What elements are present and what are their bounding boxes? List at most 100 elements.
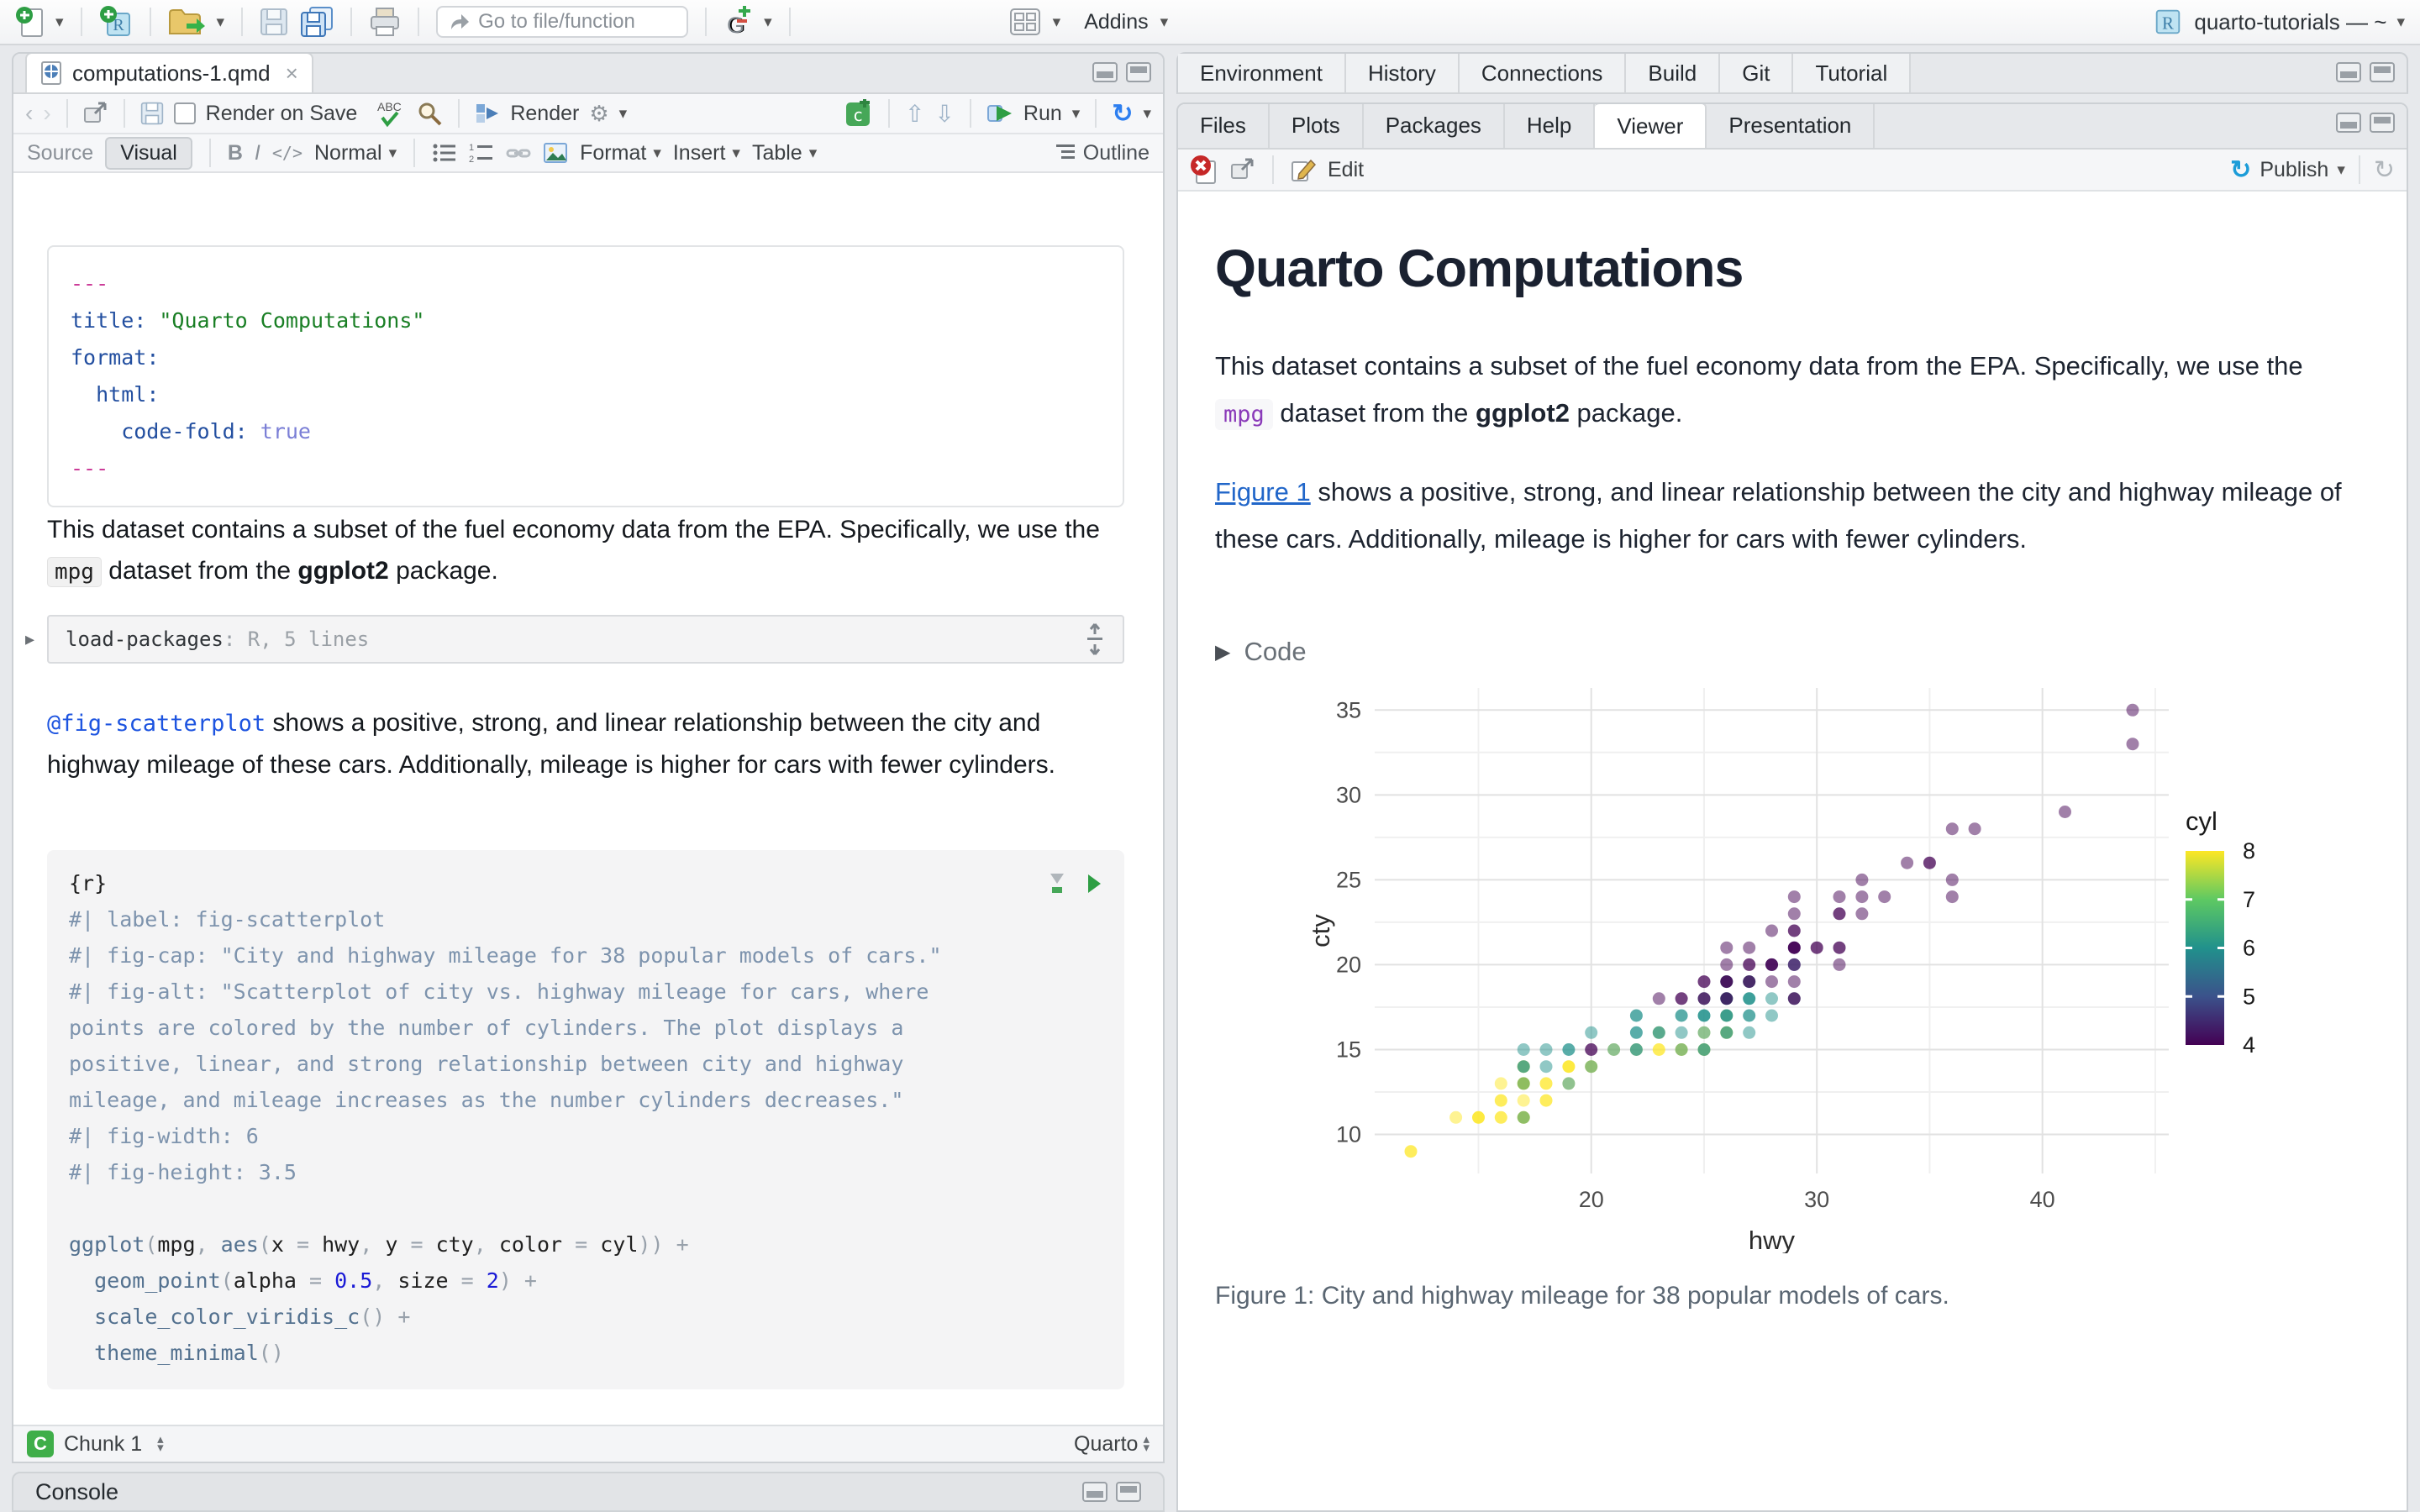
print-icon[interactable] [369, 5, 401, 39]
refresh-viewer-icon[interactable]: ↻ [2374, 155, 2395, 185]
goto-file-input[interactable]: Go to file/function [436, 6, 688, 38]
addins-menu[interactable]: Addins [1084, 10, 1148, 34]
insert-dropdown[interactable]: Insert▾ [673, 141, 740, 165]
maximize-pane-icon[interactable] [1126, 62, 1151, 82]
stop-viewer-icon[interactable] [1190, 153, 1218, 186]
version-control-icon[interactable]: GG [723, 5, 752, 39]
maximize-pane-icon[interactable] [2370, 62, 2395, 82]
tab-viewer[interactable]: Viewer [1595, 102, 1707, 148]
document-type-selector[interactable]: Quarto ▴▾ [1074, 1432, 1150, 1457]
new-file-icon[interactable] [15, 5, 44, 39]
tab-history[interactable]: History [1346, 54, 1460, 92]
edit-pencil-icon[interactable] [1291, 153, 1316, 186]
run-chunk-icon[interactable] [1086, 867, 1102, 900]
insert-chunk-icon[interactable]: c [843, 97, 873, 130]
tab-packages[interactable]: Packages [1364, 102, 1505, 148]
code-line: #| fig-cap: "City and highway mileage fo… [69, 937, 1102, 974]
editor-paragraph[interactable]: This dataset contains a subset of the fu… [47, 509, 1133, 593]
editor-tab-computations[interactable]: computations-1.qmd × [25, 52, 313, 92]
console-pane-header[interactable]: Console [12, 1472, 1165, 1512]
addins-caret[interactable]: ▾ [1160, 14, 1169, 30]
editor-paragraph[interactable]: @fig-scatterplot shows a positive, stron… [47, 702, 1133, 785]
save-all-icon[interactable] [300, 5, 334, 39]
minimize-pane-icon[interactable] [2336, 113, 2361, 133]
popout-icon[interactable] [83, 97, 108, 130]
run-label[interactable]: Run [1023, 102, 1062, 126]
minimize-console-icon[interactable] [1082, 1482, 1107, 1502]
chunk-position-selector[interactable]: Chunk 1 [64, 1432, 142, 1457]
new-file-caret[interactable]: ▾ [55, 14, 64, 30]
maximize-console-icon[interactable] [1116, 1482, 1141, 1502]
image-icon[interactable] [543, 136, 568, 170]
close-tab-icon[interactable]: × [286, 60, 298, 87]
publish-caret[interactable]: ▾ [2337, 162, 2345, 178]
panes-layout-caret[interactable]: ▾ [1053, 14, 1061, 30]
open-file-caret[interactable]: ▾ [217, 14, 225, 30]
tab-git[interactable]: Git [1720, 54, 1793, 92]
code-fold-disclosure[interactable]: ▶ Code [1215, 637, 1307, 667]
source-sync-caret[interactable]: ▾ [1143, 106, 1151, 122]
forward-icon[interactable]: › [43, 100, 50, 127]
run-icon[interactable] [986, 97, 1013, 130]
tab-build[interactable]: Build [1626, 54, 1720, 92]
code-line: #| fig-alt: "Scatterplot of city vs. hig… [69, 974, 1102, 1010]
r-code-chunk[interactable]: {r}#| label: fig-scatterplot#| fig-cap: … [47, 850, 1124, 1389]
code-format-button[interactable]: </> [272, 143, 302, 163]
expand-chunk-icon[interactable] [1084, 622, 1106, 656]
spellcheck-icon[interactable]: ABC [376, 97, 406, 130]
outline-toggle[interactable]: Outline [1055, 141, 1150, 165]
tab-files[interactable]: Files [1178, 102, 1270, 148]
render-settings-gear-icon[interactable]: ⚙ [589, 101, 608, 127]
chunk-position-arrows-icon[interactable]: ▴▾ [157, 1436, 164, 1452]
render-settings-caret[interactable]: ▾ [619, 106, 628, 122]
yaml-metadata-block[interactable]: ---title: "Quarto Computations"format: h… [47, 245, 1124, 507]
svg-text:G: G [727, 13, 744, 38]
publish-icon[interactable]: ↻ [2230, 155, 2251, 185]
maximize-pane-icon[interactable] [2370, 113, 2395, 133]
render-label[interactable]: Render [510, 102, 579, 126]
bold-button[interactable]: B [228, 141, 243, 165]
inline-link[interactable]: Figure 1 [1215, 477, 1311, 507]
collapsed-chunk-load-packages[interactable]: load-packages : R, 5 lines [47, 615, 1124, 664]
run-previous-icon[interactable]: ⇧ [905, 100, 924, 128]
render-icon[interactable] [475, 97, 500, 130]
table-dropdown[interactable]: Table▾ [752, 141, 817, 165]
viewer-popout-icon[interactable] [1230, 153, 1255, 186]
save-doc-icon[interactable] [140, 97, 164, 130]
link-icon[interactable] [506, 136, 531, 170]
edit-button-label[interactable]: Edit [1328, 158, 1364, 182]
format-dropdown[interactable]: Format▾ [580, 141, 661, 165]
back-icon[interactable]: ‹ [25, 100, 33, 127]
visual-mode-button[interactable]: Visual [105, 137, 192, 170]
visual-editor-canvas[interactable]: ---title: "Quarto Computations"format: h… [13, 175, 1163, 1425]
save-icon[interactable] [260, 5, 288, 39]
tab-connections[interactable]: Connections [1460, 54, 1627, 92]
search-icon[interactable] [416, 97, 443, 130]
paragraph-style-dropdown[interactable]: Normal▾ [314, 141, 397, 165]
minimize-pane-icon[interactable] [1092, 62, 1118, 82]
render-on-save-label: Render on Save [206, 102, 358, 126]
run-chunks-above-icon[interactable] [1047, 867, 1067, 900]
source-mode-button[interactable]: Source [27, 141, 93, 165]
publish-button-label[interactable]: Publish [2260, 158, 2328, 182]
new-project-icon[interactable]: R [99, 5, 133, 39]
italic-button[interactable]: I [255, 141, 260, 165]
minimize-pane-icon[interactable] [2336, 62, 2361, 82]
run-next-icon[interactable]: ⇩ [934, 100, 954, 128]
render-on-save-checkbox[interactable] [174, 102, 196, 124]
tab-presentation[interactable]: Presentation [1707, 102, 1875, 148]
open-file-icon[interactable] [168, 5, 205, 39]
tab-tutorial[interactable]: Tutorial [1793, 54, 1911, 92]
run-caret[interactable]: ▾ [1072, 106, 1081, 122]
version-control-caret[interactable]: ▾ [764, 14, 772, 30]
panes-layout-icon[interactable] [1009, 5, 1041, 39]
publish-group: ↻ Publish ▾ ↻ [2230, 155, 2395, 185]
source-sync-icon[interactable]: ↻ [1112, 99, 1133, 129]
chunk-collapse-icon[interactable]: ▸ [25, 628, 34, 650]
tab-environment[interactable]: Environment [1178, 54, 1346, 92]
bullet-list-icon[interactable] [432, 136, 457, 170]
project-menu[interactable]: R quarto-tutorials — ~ ▾ [2152, 6, 2405, 38]
tab-help[interactable]: Help [1505, 102, 1595, 148]
numbered-list-icon[interactable]: 12 [469, 136, 494, 170]
tab-plots[interactable]: Plots [1270, 102, 1364, 148]
